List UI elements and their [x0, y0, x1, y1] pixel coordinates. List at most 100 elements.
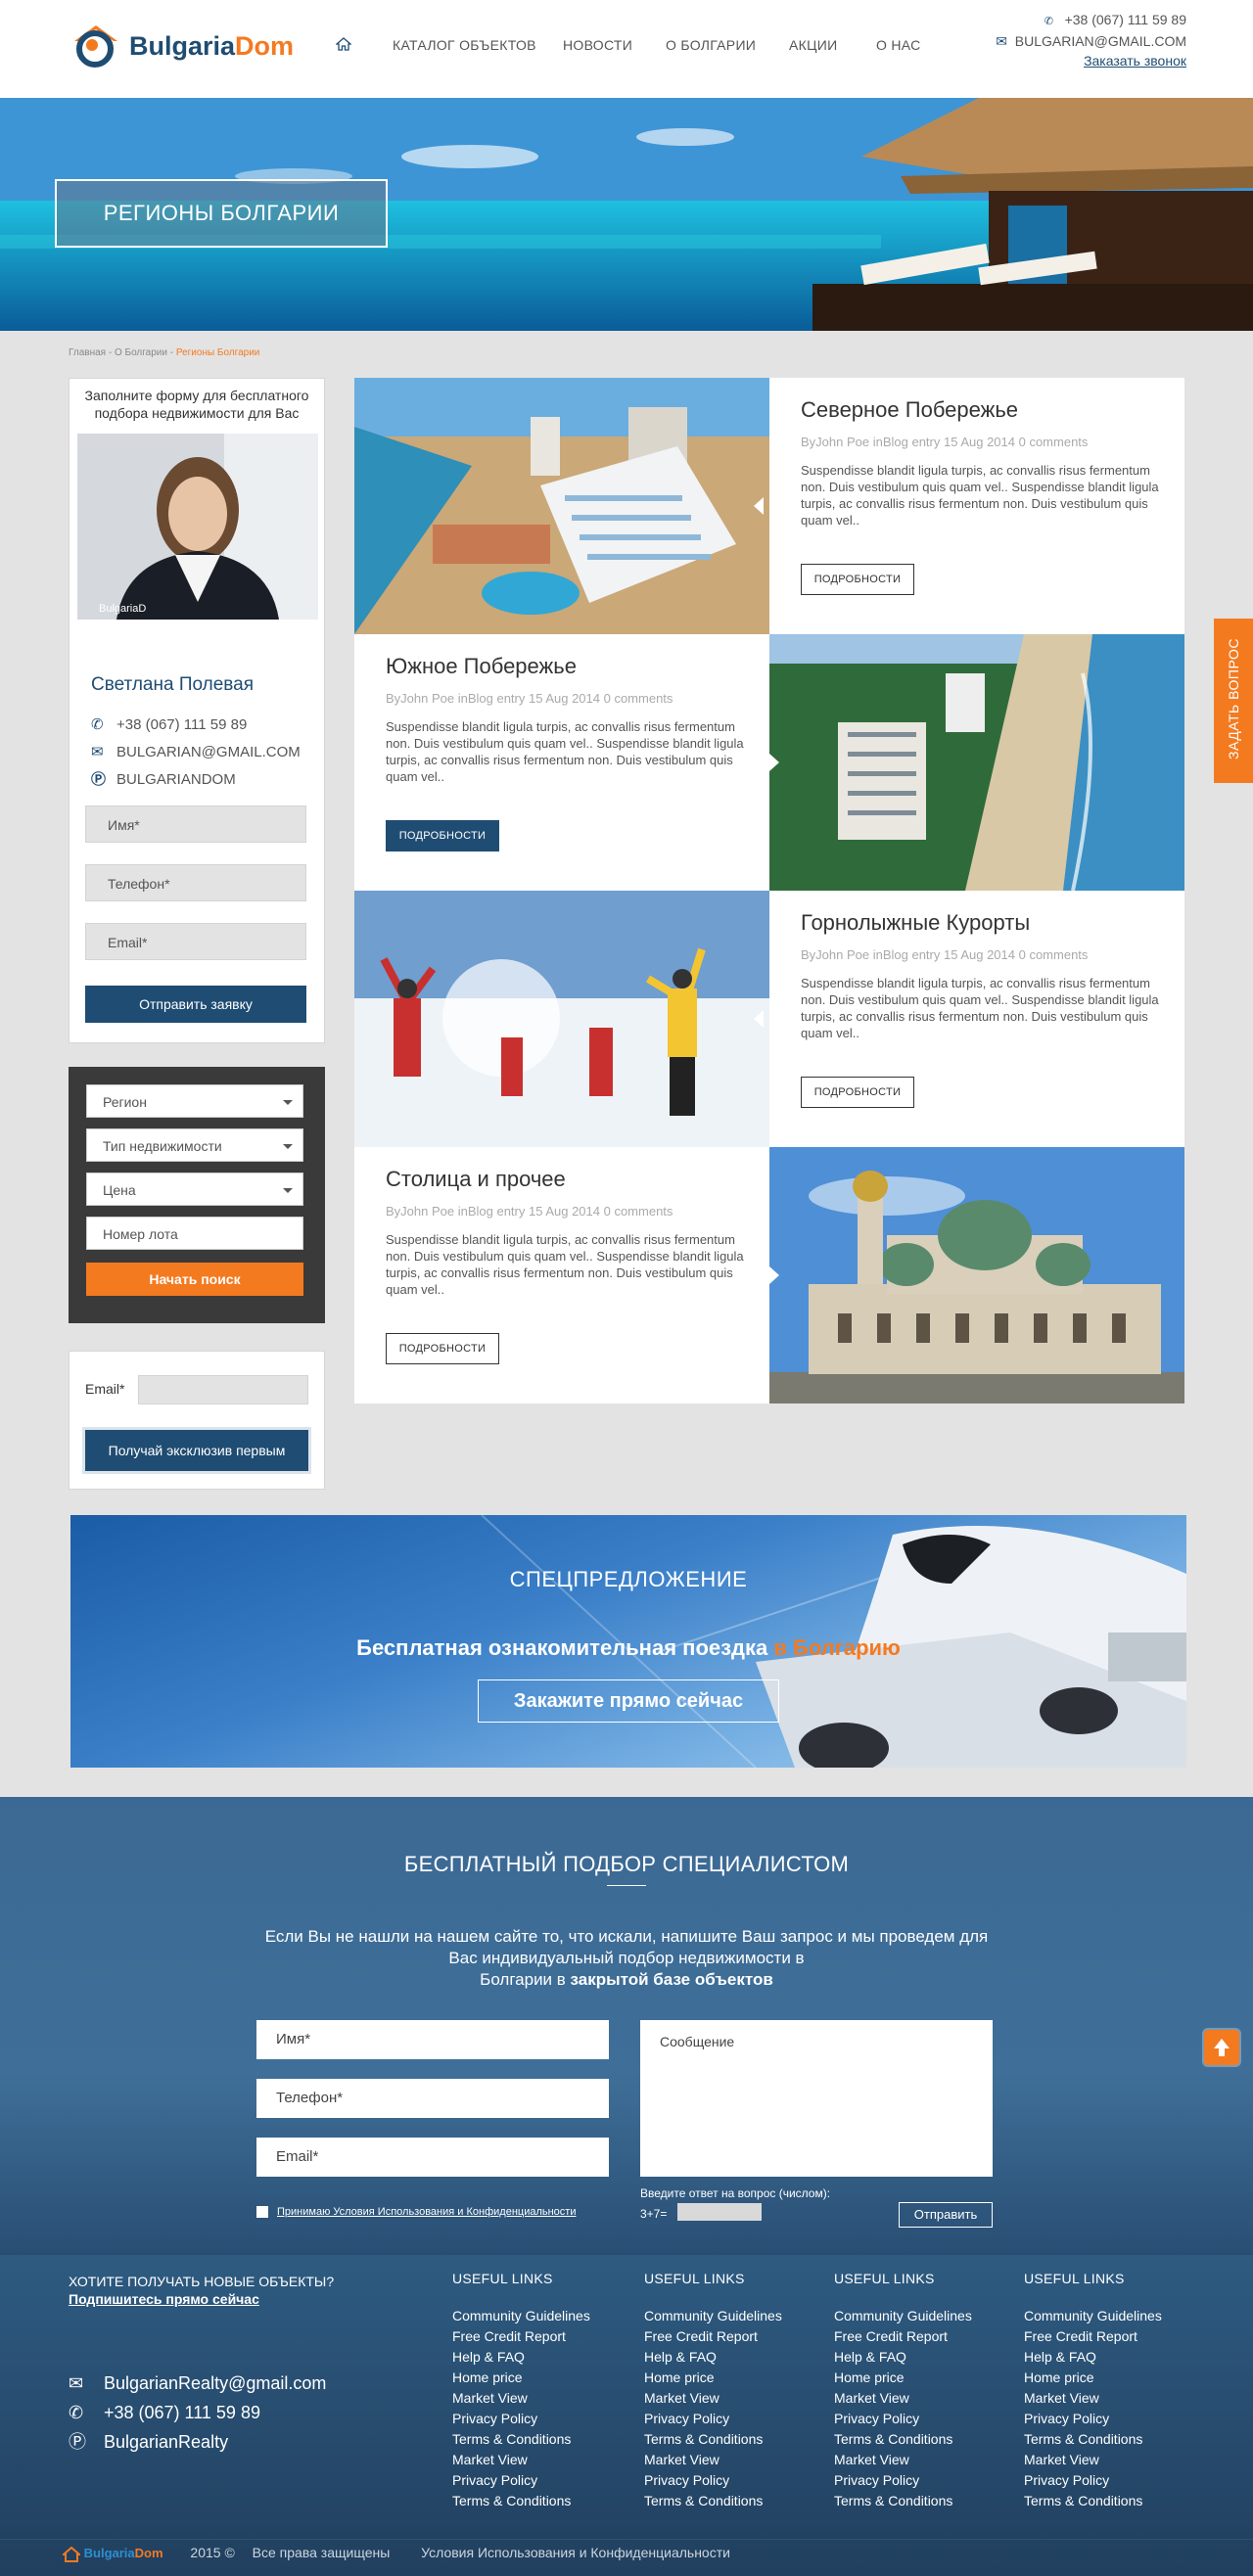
nav-about-bulgaria[interactable]: О БОЛГАРИИ — [666, 37, 756, 53]
footer-link[interactable]: Home price — [644, 2368, 782, 2388]
agent-email[interactable]: BULGARIAN@GMAIL.COM — [116, 744, 301, 760]
start-search-button[interactable]: Начать поиск — [86, 1263, 303, 1296]
scroll-to-top-button[interactable] — [1204, 2030, 1239, 2065]
email-input[interactable]: Email* — [256, 2138, 609, 2177]
home-icon[interactable] — [336, 37, 351, 51]
article-title[interactable]: Южное Побережье — [386, 654, 577, 679]
phone-input[interactable]: Телефон* — [256, 2079, 609, 2118]
ask-question-tab[interactable]: ЗАДАТЬ ВОПРОС — [1214, 619, 1253, 783]
footer-link[interactable]: Market View — [1024, 2388, 1162, 2409]
header-phone[interactable]: +38 (067) 111 59 89 — [1065, 12, 1186, 27]
email-field[interactable]: Email* — [85, 923, 306, 960]
send-button[interactable]: Отправить — [899, 2202, 993, 2228]
agent-skype[interactable]: BULGARIANDOM — [116, 771, 236, 788]
footer-phone[interactable]: +38 (067) 111 59 89 — [104, 2403, 260, 2422]
name-input[interactable]: Имя* — [256, 2020, 609, 2059]
south-coast-photo[interactable] — [769, 634, 1184, 891]
breadcrumb-path[interactable]: Главная - О Болгарии - — [69, 347, 176, 358]
footer-skype[interactable]: BulgarianRealty — [104, 2432, 228, 2452]
footer-link[interactable]: Community Guidelines — [834, 2306, 972, 2326]
tile-pointer — [769, 1266, 779, 1284]
send-request-button[interactable]: Отправить заявку — [85, 986, 306, 1023]
footer-link[interactable]: Market View — [834, 2388, 972, 2409]
name-field[interactable]: Имя* — [85, 805, 306, 843]
footer-link[interactable]: Terms & Conditions — [1024, 2429, 1162, 2450]
agree-terms-link[interactable]: Принимаю Условия Использования и Конфиде… — [277, 2206, 576, 2218]
footer-link[interactable]: Privacy Policy — [644, 2470, 782, 2491]
message-textarea[interactable]: Сообщение — [640, 2020, 993, 2177]
ski-resorts-photo[interactable] — [354, 891, 769, 1147]
footer-link[interactable]: Terms & Conditions — [452, 2491, 590, 2511]
footer-link[interactable]: Market View — [834, 2450, 972, 2470]
footer-link[interactable]: Privacy Policy — [452, 2470, 590, 2491]
order-now-button[interactable]: Закажите прямо сейчас — [478, 1679, 779, 1723]
footer-link[interactable]: Free Credit Report — [452, 2326, 590, 2347]
footer-link[interactable]: Privacy Policy — [834, 2409, 972, 2429]
footer-link[interactable]: Home price — [834, 2368, 972, 2388]
footer-link[interactable]: Privacy Policy — [834, 2470, 972, 2491]
subscribe-button[interactable]: Получай эксклюзив первым — [85, 1430, 308, 1471]
footer-email[interactable]: BulgarianRealty@gmail.com — [104, 2373, 326, 2393]
footer-bottom-bar: BulgariaDom 2015 © Все права защищены Ус… — [61, 2545, 730, 2568]
footer-link[interactable]: Help & FAQ — [644, 2347, 782, 2368]
subscribe-email-input[interactable] — [138, 1375, 308, 1404]
header-email[interactable]: BULGARIAN@GMAIL.COM — [1015, 33, 1186, 49]
region-select[interactable]: Регион — [86, 1084, 303, 1118]
subscribe-now-link[interactable]: Подпишитесь прямо сейчас — [69, 2290, 334, 2308]
footer-logo[interactable]: BulgariaDom — [61, 2546, 163, 2562]
footer-link[interactable]: Home price — [1024, 2368, 1162, 2388]
callback-link[interactable]: Заказать звонок — [1084, 53, 1186, 69]
footer-link[interactable]: Privacy Policy — [644, 2409, 782, 2429]
phone-icon: ✆ — [1044, 16, 1053, 27]
footer-link[interactable]: Community Guidelines — [644, 2306, 782, 2326]
more-button[interactable]: ПОДРОБНОСТИ — [386, 820, 499, 851]
more-button[interactable]: ПОДРОБНОСТИ — [801, 564, 914, 595]
terms-link[interactable]: Условия Использования и Конфиденциальнос… — [421, 2545, 730, 2560]
more-button[interactable]: ПОДРОБНОСТИ — [386, 1333, 499, 1364]
footer-link[interactable]: Home price — [452, 2368, 590, 2388]
article-title[interactable]: Горнолыжные Курорты — [801, 910, 1030, 936]
footer-link[interactable]: Privacy Policy — [452, 2409, 590, 2429]
footer-link[interactable]: Terms & Conditions — [452, 2429, 590, 2450]
price-select[interactable]: Цена — [86, 1173, 303, 1206]
footer-link[interactable]: Privacy Policy — [1024, 2470, 1162, 2491]
agent-contacts: ✆ +38 (067) 111 59 89 ✉ BULGARIAN@GMAIL.CO… — [91, 712, 301, 794]
agree-checkbox[interactable] — [256, 2206, 268, 2218]
footer-link[interactable]: Help & FAQ — [834, 2347, 972, 2368]
footer-link[interactable]: Terms & Conditions — [1024, 2491, 1162, 2511]
footer-link[interactable]: Privacy Policy — [1024, 2409, 1162, 2429]
nav-catalog[interactable]: КАТАЛОГ ОБЪЕКТОВ — [393, 37, 536, 53]
footer-link[interactable]: Free Credit Report — [834, 2326, 972, 2347]
agent-phone[interactable]: +38 (067) 111 59 89 — [116, 716, 247, 733]
footer-link[interactable]: Free Credit Report — [1024, 2326, 1162, 2347]
footer-link[interactable]: Market View — [452, 2450, 590, 2470]
lot-number-input[interactable]: Номер лота — [86, 1217, 303, 1250]
more-button[interactable]: ПОДРОБНОСТИ — [801, 1077, 914, 1108]
footer-link[interactable]: Terms & Conditions — [644, 2491, 782, 2511]
brand-logo[interactable]: BulgariaDom — [69, 20, 303, 70]
nav-about-us[interactable]: О НАС — [876, 37, 921, 53]
capital-cathedral-photo[interactable] — [769, 1147, 1184, 1403]
captcha-input[interactable] — [677, 2203, 762, 2221]
footer-link[interactable]: Community Guidelines — [452, 2306, 590, 2326]
footer-link[interactable]: Market View — [644, 2388, 782, 2409]
footer-link[interactable]: Terms & Conditions — [834, 2491, 972, 2511]
nav-news[interactable]: НОВОСТИ — [563, 37, 632, 53]
property-type-select[interactable]: Тип недвижимости — [86, 1128, 303, 1162]
footer-link[interactable]: Terms & Conditions — [834, 2429, 972, 2450]
footer-link[interactable]: Free Credit Report — [644, 2326, 782, 2347]
nav-promotions[interactable]: АКЦИИ — [789, 37, 837, 53]
phone-field[interactable]: Телефон* — [85, 864, 306, 901]
footer-link[interactable]: Market View — [452, 2388, 590, 2409]
article-title[interactable]: Северное Побережье — [801, 397, 1018, 423]
article-title[interactable]: Столица и прочее — [386, 1167, 566, 1192]
promo-title: СПЕЦПРЕДЛОЖЕНИЕ — [509, 1567, 748, 1591]
footer-link[interactable]: Community Guidelines — [1024, 2306, 1162, 2326]
footer-link[interactable]: Market View — [1024, 2450, 1162, 2470]
footer-link[interactable]: Terms & Conditions — [644, 2429, 782, 2450]
footer-link[interactable]: Help & FAQ — [1024, 2347, 1162, 2368]
agent-photo: BulgariaD — [77, 434, 318, 620]
footer-link[interactable]: Market View — [644, 2450, 782, 2470]
north-coast-photo[interactable] — [354, 378, 769, 634]
footer-link[interactable]: Help & FAQ — [452, 2347, 590, 2368]
